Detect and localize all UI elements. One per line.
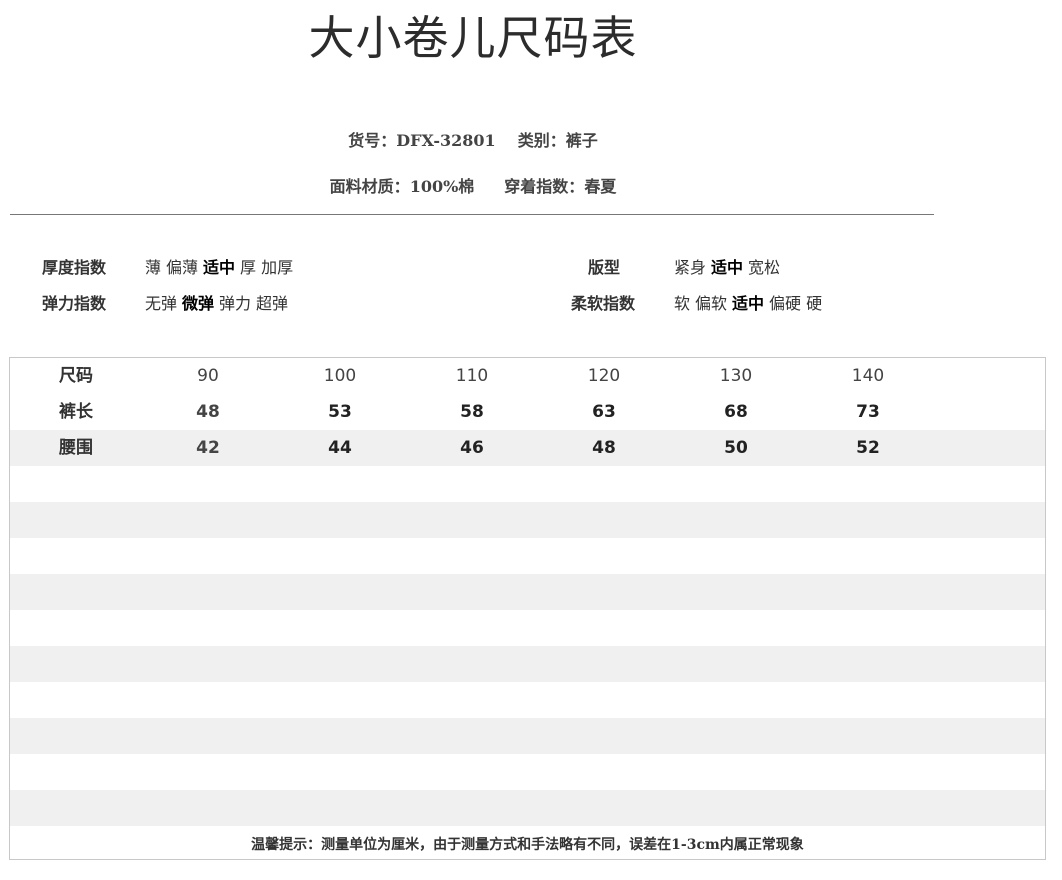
size-header-cell: 130 — [719, 366, 753, 386]
thickness-option: 适中 — [203, 258, 236, 277]
table-cell: 48 — [196, 402, 220, 422]
fit-options: 紧身 适中 宽松 — [674, 256, 785, 280]
thickness-option: 偏薄 — [166, 258, 199, 277]
season-value: 春夏 — [584, 177, 617, 196]
thickness-option: 厚 — [240, 258, 257, 277]
category-label: 类别： — [517, 131, 566, 150]
material-value: 100%棉 — [409, 177, 475, 196]
table-band — [10, 574, 1045, 610]
measurement-note: 温馨提示：测量单位为厘米，由于测量方式和手法略有不同，误差在1-3cm内属正常现… — [251, 837, 804, 853]
softness-options: 软偏软 适中 偏硬硬 — [674, 292, 827, 316]
size-header-cell: 120 — [587, 366, 621, 386]
elasticity-option: 超弹 — [256, 294, 289, 313]
row-label: 腰围 — [59, 438, 93, 458]
fit-option: 适中 — [711, 258, 744, 277]
item-no-value: DFX-32801 — [396, 131, 496, 150]
elasticity-option: 无弹 — [145, 294, 178, 313]
fit-option: 宽松 — [748, 258, 781, 277]
softness-option: 适中 — [732, 294, 765, 313]
table-cell: 73 — [856, 402, 880, 422]
size-header-cell: 90 — [197, 366, 219, 386]
row-label: 尺码 — [59, 366, 93, 386]
softness-option: 偏软 — [695, 294, 728, 313]
material-label: 面料材质： — [329, 177, 410, 196]
table-cell: 58 — [460, 402, 484, 422]
table-cell: 46 — [460, 438, 484, 458]
size-header-cell: 140 — [851, 366, 885, 386]
table-cell: 52 — [856, 438, 880, 458]
table-cell: 53 — [328, 402, 352, 422]
page-title: 大小卷儿尺码表 — [308, 11, 638, 65]
header-divider — [10, 214, 934, 215]
table-cell: 63 — [592, 402, 616, 422]
table-cell: 44 — [328, 438, 352, 458]
item-no-label: 货号： — [348, 131, 397, 150]
fit-option: 紧身 — [674, 258, 707, 277]
category-value: 裤子 — [565, 131, 598, 150]
softness-label: 柔软指数 — [571, 294, 636, 313]
table-cell: 48 — [592, 438, 616, 458]
thickness-options: 薄偏薄 适中厚加厚 — [145, 256, 298, 280]
table-band — [10, 646, 1045, 682]
row-label: 裤长 — [59, 402, 93, 422]
size-header-cell: 100 — [323, 366, 357, 386]
thickness-option: 加厚 — [261, 258, 294, 277]
elasticity-options: 无弹 微弹 弹力 超弹 — [145, 292, 293, 316]
elasticity-option: 弹力 — [219, 294, 252, 313]
table-cell: 68 — [724, 402, 748, 422]
size-table: 尺码 90 100 110 120 130 140 裤长 48 53 58 63 68 73 腰围 42 44 4… — [9, 357, 1046, 860]
thickness-label: 厚度指数 — [42, 258, 107, 277]
table-cell: 42 — [196, 438, 220, 458]
table-band — [10, 502, 1045, 538]
thickness-option: 薄 — [145, 258, 162, 277]
season-label: 穿着指数： — [504, 177, 585, 196]
table-band — [10, 718, 1045, 754]
softness-option: 偏硬 — [769, 294, 802, 313]
table-band — [10, 790, 1045, 826]
meta-line-material: 面料材质：100%棉 穿着指数：春夏 — [0, 175, 946, 199]
table-cell: 50 — [724, 438, 748, 458]
softness-option: 软 — [674, 294, 691, 313]
elasticity-label: 弹力指数 — [42, 294, 107, 313]
size-header-cell: 110 — [455, 366, 489, 386]
softness-option: 硬 — [806, 294, 823, 313]
fit-label: 版型 — [588, 258, 621, 277]
meta-line-product: 货号：DFX-32801 类别：裤子 — [0, 129, 946, 153]
elasticity-option: 微弹 — [182, 294, 215, 313]
